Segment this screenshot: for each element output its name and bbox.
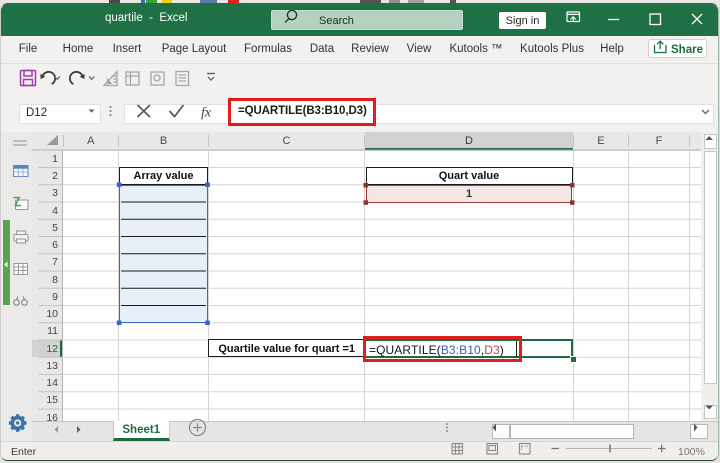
svg-text:fx: fx — [201, 106, 212, 121]
